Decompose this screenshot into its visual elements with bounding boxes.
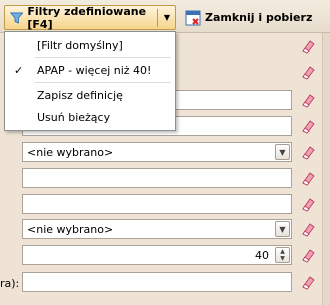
chevron-down-icon[interactable]: ▼ <box>275 144 290 160</box>
eraser-icon[interactable] <box>300 64 316 80</box>
eraser-icon[interactable] <box>300 196 316 212</box>
menu-item-save-definition[interactable]: Zapisz definicję <box>5 84 175 106</box>
eraser-icon[interactable] <box>300 92 316 108</box>
filter-funnel-icon <box>10 12 24 24</box>
filter-text-field-5[interactable] <box>22 272 292 292</box>
defined-filters-label: Filtry zdefiniowane [F4] <box>27 4 147 31</box>
eraser-icon[interactable] <box>300 144 316 160</box>
checkmark-icon: ✓ <box>14 63 24 77</box>
close-and-fetch-icon <box>185 10 201 25</box>
filter-select-2[interactable]: <nie wybrano> ▼ <box>22 219 292 239</box>
close-and-fetch-label: Zamknij i pobierz <box>205 11 313 24</box>
eraser-icon[interactable] <box>300 247 316 263</box>
eraser-icon[interactable] <box>300 221 316 237</box>
eraser-icon[interactable] <box>300 38 316 54</box>
field-label-partial: ra): <box>0 277 20 290</box>
number-value: 40 <box>255 249 269 262</box>
split-separator <box>157 8 158 27</box>
menu-item-apap-filter[interactable]: ✓ APAP - więcej niż 40! <box>5 59 175 81</box>
chevron-down-icon[interactable]: ▼ <box>164 13 170 22</box>
menu-item-default-filter[interactable]: [Filtr domyślny] <box>5 34 175 56</box>
scrollbar[interactable] <box>322 33 330 305</box>
spinner-arrows-icon[interactable]: ▲ ▼ <box>275 247 290 263</box>
menu-divider <box>35 82 171 83</box>
filter-select-1[interactable]: <nie wybrano> ▼ <box>22 142 292 162</box>
select-value: <nie wybrano> <box>27 146 114 159</box>
filter-text-field-4[interactable] <box>22 194 292 214</box>
select-value: <nie wybrano> <box>27 223 114 236</box>
filter-text-field-3[interactable] <box>22 168 292 188</box>
toolbar: Filtry zdefiniowane [F4] ▼ Zamknij i pob… <box>0 0 330 33</box>
close-and-fetch-button[interactable]: Zamknij i pobierz <box>180 5 324 30</box>
filters-dropdown-menu: [Filtr domyślny] ✓ APAP - więcej niż 40!… <box>4 31 176 131</box>
eraser-icon[interactable] <box>300 274 316 290</box>
defined-filters-button[interactable]: Filtry zdefiniowane [F4] ▼ <box>4 4 176 31</box>
eraser-icon[interactable] <box>300 118 316 134</box>
eraser-icon[interactable] <box>300 170 316 186</box>
menu-divider <box>35 57 171 58</box>
menu-item-delete-current[interactable]: Usuń bieżący <box>5 106 175 128</box>
filter-number-field[interactable]: 40 ▲ ▼ <box>22 245 292 265</box>
chevron-down-icon[interactable]: ▼ <box>275 221 290 237</box>
